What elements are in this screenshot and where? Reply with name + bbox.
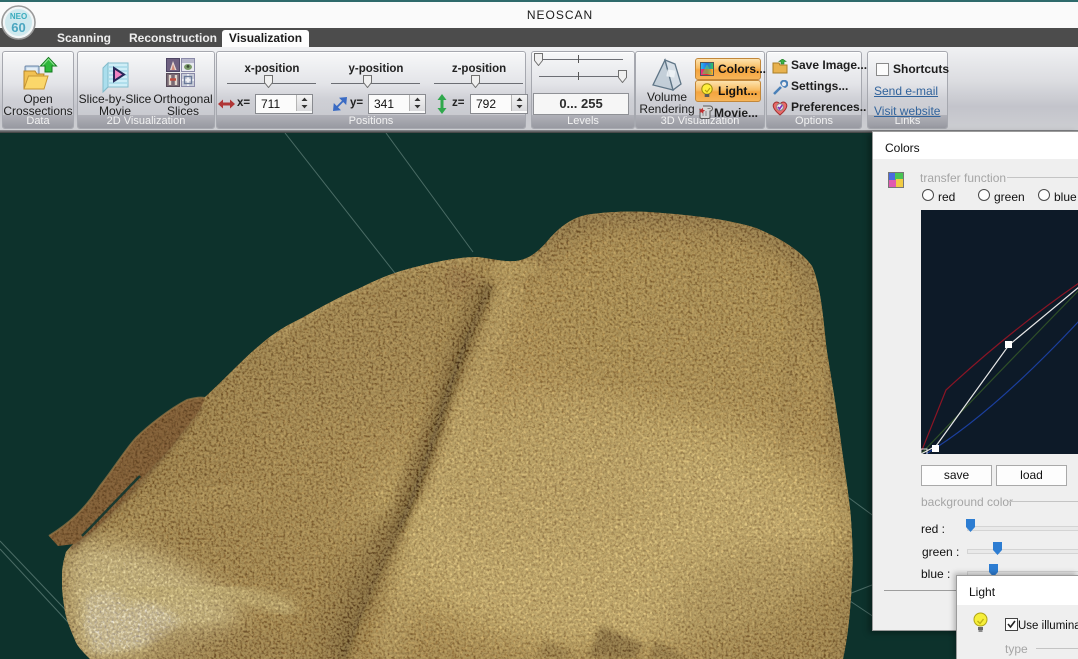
- svg-text:60: 60: [11, 20, 25, 35]
